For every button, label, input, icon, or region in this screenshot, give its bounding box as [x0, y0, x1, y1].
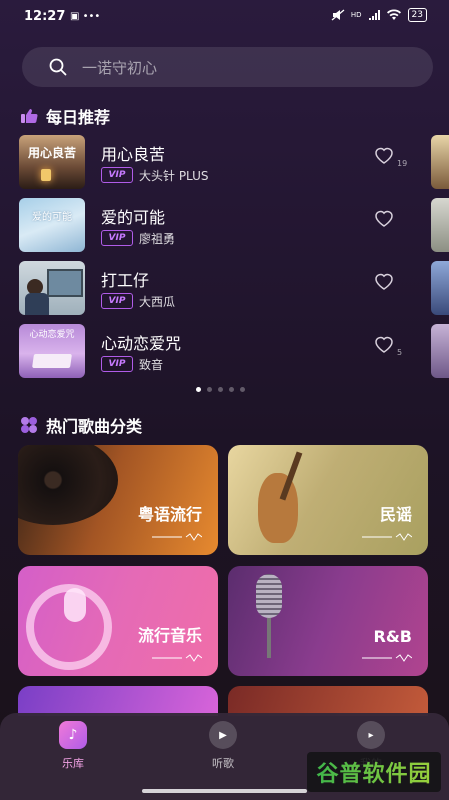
song-artist: 廖祖勇 — [139, 232, 176, 246]
battery-indicator: 23 — [407, 8, 427, 22]
heart-icon[interactable] — [373, 334, 395, 354]
notification-icons: ▣ ••• — [70, 11, 101, 22]
song-artist: 大西瓜 — [139, 295, 176, 309]
vip-badge: VIP — [101, 167, 133, 183]
genre-title: 热门歌曲分类 — [46, 417, 143, 436]
genre-card-rnb[interactable]: R&B — [228, 566, 428, 676]
song-cover: 心动恋爱咒 — [19, 324, 85, 378]
mic-illustration — [64, 588, 86, 622]
genre-card-more[interactable] — [228, 686, 428, 716]
page-indicator — [196, 387, 245, 392]
song-title: 用心良苦 — [101, 145, 166, 164]
next-page-cover[interactable] — [431, 261, 449, 315]
song-row[interactable]: 用心良苦 用心良苦 VIP 大头针 PLUS 19 — [19, 135, 414, 189]
song-row[interactable]: 爱的可能 爱的可能 VIP 廖祖勇 — [19, 198, 414, 252]
genre-card-cantopop[interactable]: 粤语流行 — [18, 445, 218, 555]
search-icon — [49, 58, 67, 76]
page-dot — [196, 387, 201, 392]
vip-badge: VIP — [101, 230, 133, 246]
song-row[interactable]: 打工仔 VIP 大西瓜 — [19, 261, 414, 315]
page-dot — [207, 387, 212, 392]
page-dot — [240, 387, 245, 392]
wave-icon — [152, 654, 202, 662]
home-indicator — [142, 789, 307, 793]
vinyl-illustration — [18, 445, 118, 525]
genre-card-more[interactable] — [18, 686, 218, 716]
song-artist: 大头针 PLUS — [139, 169, 209, 183]
wifi-icon — [386, 9, 401, 20]
vip-badge: VIP — [101, 293, 133, 309]
thumbs-up-icon — [21, 109, 38, 124]
genre-section-header: 热门歌曲分类 — [20, 413, 142, 437]
vip-badge: VIP — [101, 356, 133, 372]
next-page-cover[interactable] — [431, 198, 449, 252]
microphone-illustration — [256, 574, 282, 618]
signal-hd-label: HD — [350, 11, 362, 19]
heart-icon[interactable] — [373, 271, 395, 291]
genre-label: 民谣 — [379, 505, 412, 524]
song-cover — [19, 261, 85, 315]
song-row[interactable]: 心动恋爱咒 心动恋爱咒 VIP 致音 5 — [19, 324, 414, 378]
wave-icon — [152, 533, 202, 541]
guitar-illustration — [258, 473, 298, 543]
genre-label: R&B — [373, 627, 412, 646]
mic-stand — [267, 618, 271, 658]
genre-label: 粤语流行 — [137, 505, 202, 524]
status-time: 12:27 — [24, 9, 66, 24]
cover-caption: 用心良苦 — [27, 146, 76, 160]
next-page-cover[interactable] — [431, 324, 449, 378]
search-input[interactable]: 一诺守初心 — [82, 57, 157, 78]
cover-caption: 爱的可能 — [32, 212, 72, 223]
song-title: 心动恋爱咒 — [101, 334, 182, 353]
daily-title: 每日推荐 — [46, 108, 111, 127]
nav-tab-library[interactable]: ♪ 乐库 — [38, 721, 108, 771]
song-title: 打工仔 — [101, 271, 150, 290]
like-count: 5 — [397, 348, 403, 357]
site-watermark: 谷普软件园 — [307, 752, 441, 792]
song-title: 爱的可能 — [101, 208, 166, 227]
genre-card-pop[interactable]: 流行音乐 — [18, 566, 218, 676]
nav-label: 听歌 — [212, 757, 234, 770]
genre-card-folk[interactable]: 民谣 — [228, 445, 428, 555]
cover-caption: 心动恋爱咒 — [29, 330, 75, 340]
like-count: 19 — [397, 159, 408, 168]
signal-icon — [368, 9, 380, 20]
heart-icon[interactable] — [373, 208, 395, 228]
nav-label: 乐库 — [62, 757, 84, 770]
status-right-icons: HD 23 — [331, 8, 427, 22]
page-dot — [218, 387, 223, 392]
search-bar[interactable]: 一诺守初心 — [22, 47, 433, 87]
status-bar: 12:27 ▣ ••• HD 23 — [0, 0, 449, 34]
music-library-icon: ♪ — [59, 721, 87, 749]
genre-label: 流行音乐 — [137, 626, 202, 645]
song-artist: 致音 — [139, 358, 164, 372]
heart-icon[interactable] — [373, 145, 395, 165]
next-page-cover[interactable] — [431, 135, 449, 189]
watermark-text: 谷普软件园 — [316, 756, 431, 788]
mute-icon — [331, 9, 345, 21]
wave-icon — [362, 533, 412, 541]
daily-section-header: 每日推荐 — [20, 104, 110, 128]
nav-tab-listen[interactable]: ▶ 听歌 — [188, 721, 258, 771]
category-icon — [21, 417, 37, 433]
song-cover: 爱的可能 — [19, 198, 85, 252]
profile-icon: ▸ — [357, 721, 385, 749]
song-cover: 用心良苦 — [19, 135, 85, 189]
wave-icon — [362, 654, 412, 662]
page-dot — [229, 387, 234, 392]
play-icon: ▶ — [209, 721, 237, 749]
